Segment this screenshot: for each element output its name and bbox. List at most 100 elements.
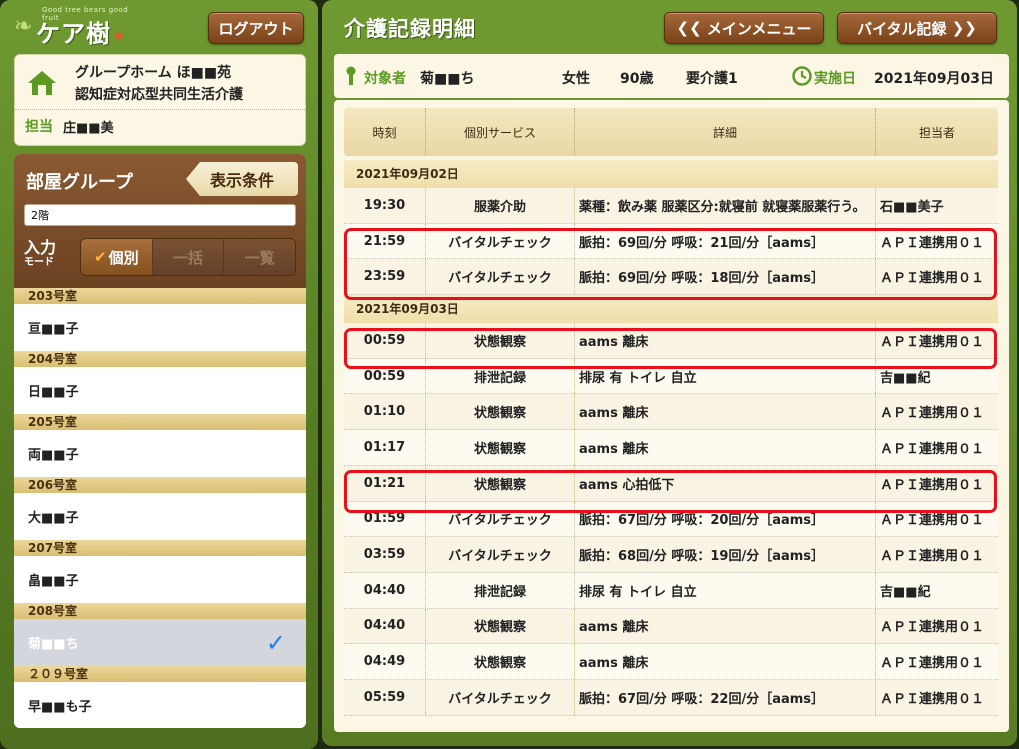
cell-staff: ＡＰＩ連携用０１ <box>880 406 985 422</box>
table-row[interactable]: 04:49 状態観察 aams 離床 ＡＰＩ連携用０１ <box>344 644 998 680</box>
cell-time: 04:40 <box>344 572 426 608</box>
mode-tab-label: 個別 <box>108 248 139 267</box>
table-row[interactable]: 01:10 状態観察 aams 離床 ＡＰＩ連携用０１ <box>344 394 998 431</box>
chevron-right-icon: ❯❯ <box>946 19 977 37</box>
table-row[interactable]: 01:17 状態観察 aams 離床 ＡＰＩ連携用０１ <box>344 430 998 466</box>
cell-service: 状態観察 <box>426 394 575 430</box>
cell-staff: 石■■美子 <box>880 199 944 215</box>
column-header-service: 個別サービス <box>426 108 575 156</box>
cell-detail: 脈拍：68回/分 呼吸：19回/分［aams］ <box>575 537 876 572</box>
floor-field[interactable] <box>24 204 296 226</box>
cell-service: 排泄記録 <box>426 358 575 394</box>
subject-care-level: 要介護1 <box>686 71 738 87</box>
cell-service: 状態観察 <box>426 644 575 679</box>
resident-item[interactable]: 亘■■子 <box>14 304 306 351</box>
logo-text: ケア樹 <box>36 19 111 48</box>
resident-item[interactable]: 大■■子 <box>14 493 306 540</box>
resident-item[interactable]: 菊■■ち ✓ <box>14 619 306 666</box>
mode-label-top: 入力 <box>24 238 57 257</box>
chevron-left-icon: ❮❮ <box>676 19 707 37</box>
room-header: 207号室 <box>14 540 306 556</box>
date-group-row: 2021年09月02日 <box>344 160 998 188</box>
cell-staff: ＡＰＩ連携用０１ <box>880 477 985 493</box>
cell-detail: 脈拍：69回/分 呼吸：21回/分［aams］ <box>575 223 876 259</box>
resident-item[interactable]: 早■■も子 <box>14 682 306 728</box>
cell-detail: aams 離床 <box>575 430 876 465</box>
mode-tab-bulk[interactable]: 一括 <box>151 239 224 275</box>
resident-name: 菊■■ち <box>28 637 79 652</box>
room-group-panel: 部屋グループ 表示条件 入力 モード ✔ 個別 一括 一覧 203号室亘■■子2 <box>14 154 306 728</box>
page-title: 介護記録明細 <box>344 17 476 41</box>
room-header: 208号室 <box>14 603 306 619</box>
table-row[interactable]: 00:59 排泄記録 排尿 有 トイレ 自立 吉■■紀 <box>344 358 998 395</box>
table-row[interactable]: 01:59 バイタルチェック 脈拍：67回/分 呼吸：20回/分［aams］ ＡＰＩ連… <box>344 501 998 538</box>
table-row[interactable]: 04:40 排泄記録 排尿 有 トイレ 自立 吉■■紀 <box>344 572 998 609</box>
room-header: ２０９号室 <box>14 666 306 682</box>
table-row[interactable]: 19:30 服薬介助 薬種：飲み薬 服薬区分:就寝前 就寝薬服薬行う。 石■■美子 <box>344 188 998 224</box>
home-icon <box>28 71 56 95</box>
cell-service: バイタルチェック <box>426 679 575 715</box>
cell-time: 01:21 <box>344 465 426 501</box>
cell-service: 状態観察 <box>426 608 575 644</box>
cell-staff: ＡＰＩ連携用０１ <box>880 513 985 529</box>
date-label: 実施日 <box>814 71 856 87</box>
room-header: 205号室 <box>14 414 306 430</box>
cell-service: 状態観察 <box>426 430 575 465</box>
display-conditions-button[interactable]: 表示条件 <box>186 162 298 196</box>
cell-time: 04:49 <box>344 644 426 679</box>
cell-detail: aams 離床 <box>575 644 876 679</box>
resident-name: 畠■■子 <box>28 574 79 589</box>
cell-service: 状態観察 <box>426 465 575 501</box>
cell-service: バイタルチェック <box>426 259 575 295</box>
cell-service: バイタルチェック <box>426 501 575 537</box>
table-header: 時刻 個別サービス 詳細 担当者 <box>344 108 998 156</box>
cell-detail: 脈拍：69回/分 呼吸：18回/分［aams］ <box>575 259 876 295</box>
cell-time: 00:59 <box>344 358 426 394</box>
facility-name: グループホーム ほ■■苑 <box>75 65 232 81</box>
input-mode-label: 入力 モード <box>24 240 80 268</box>
mode-tab-label: 一覧 <box>244 248 275 267</box>
table-row[interactable]: 01:21 状態観察 aams 心拍低下 ＡＰＩ連携用０１ <box>344 465 998 502</box>
table-row[interactable]: 21:59 バイタルチェック 脈拍：69回/分 呼吸：21回/分［aams］ ＡＰＩ連… <box>344 223 998 260</box>
staff-label: 担当 <box>25 119 53 135</box>
table-row[interactable]: 05:59 バイタルチェック 脈拍：67回/分 呼吸：22回/分［aams］ ＡＰＩ連… <box>344 679 998 716</box>
mode-tab-list[interactable]: 一覧 <box>223 239 295 275</box>
resident-item[interactable]: 畠■■子 <box>14 556 306 603</box>
resident-name: 早■■も子 <box>28 700 92 715</box>
table-row[interactable]: 03:59 バイタルチェック 脈拍：68回/分 呼吸：19回/分［aams］ ＡＰＩ連… <box>344 537 998 573</box>
table-row[interactable]: 00:59 状態観察 aams 離床 ＡＰＩ連携用０１ <box>344 323 998 359</box>
subject-sex: 女性 <box>562 71 590 87</box>
mode-label-bottom: モード <box>24 257 54 268</box>
cell-staff: 吉■■紀 <box>880 370 931 386</box>
resident-item[interactable]: 両■■子 <box>14 430 306 477</box>
cell-time: 19:30 <box>344 188 426 223</box>
facility-card: グループホーム ほ■■苑 認知症対応型共同生活介護 担当 庄■■美 <box>14 54 306 146</box>
clock-icon <box>792 66 812 86</box>
cell-staff: ＡＰＩ連携用０１ <box>880 691 985 707</box>
cell-time: 01:17 <box>344 430 426 465</box>
resident-name: 両■■子 <box>28 448 79 463</box>
vital-record-label: バイタル記録 <box>857 19 947 38</box>
cell-staff: ＡＰＩ連携用０１ <box>880 235 985 251</box>
logout-button[interactable]: ログアウト <box>208 12 304 44</box>
resident-item[interactable]: 日■■子 <box>14 367 306 414</box>
divider <box>15 109 305 110</box>
table-row[interactable]: 04:40 状態観察 aams 離床 ＡＰＩ連携用０１ <box>344 608 998 645</box>
cell-staff: ＡＰＩ連携用０１ <box>880 620 985 636</box>
main-menu-button[interactable]: ❮❮ メインメニュー <box>664 12 824 44</box>
mode-tab-individual[interactable]: ✔ 個別 <box>81 239 152 275</box>
cell-detail: aams 心拍低下 <box>575 465 876 501</box>
selected-check-icon: ✓ <box>265 629 286 657</box>
table-row[interactable]: 23:59 バイタルチェック 脈拍：69回/分 呼吸：18回/分［aams］ ＡＰＩ連… <box>344 259 998 296</box>
cell-time: 05:59 <box>344 679 426 715</box>
date-group-row: 2021年09月03日 <box>344 295 998 324</box>
room-header: 204号室 <box>14 351 306 367</box>
table-body: 2021年09月02日 19:30 服薬介助 薬種：飲み薬 服薬区分:就寝前 就寝薬服… <box>344 160 998 716</box>
vital-record-button[interactable]: バイタル記録 ❯❯ <box>837 12 997 44</box>
leaf-icon: ❧ <box>14 14 33 39</box>
cell-service: 服薬介助 <box>426 188 575 223</box>
person-icon <box>346 66 356 85</box>
cell-detail: 薬種：飲み薬 服薬区分:就寝前 就寝薬服薬行う。 <box>575 188 876 223</box>
cell-detail: 排尿 有 トイレ 自立 <box>575 358 876 394</box>
subject-age: 90歳 <box>620 71 654 87</box>
